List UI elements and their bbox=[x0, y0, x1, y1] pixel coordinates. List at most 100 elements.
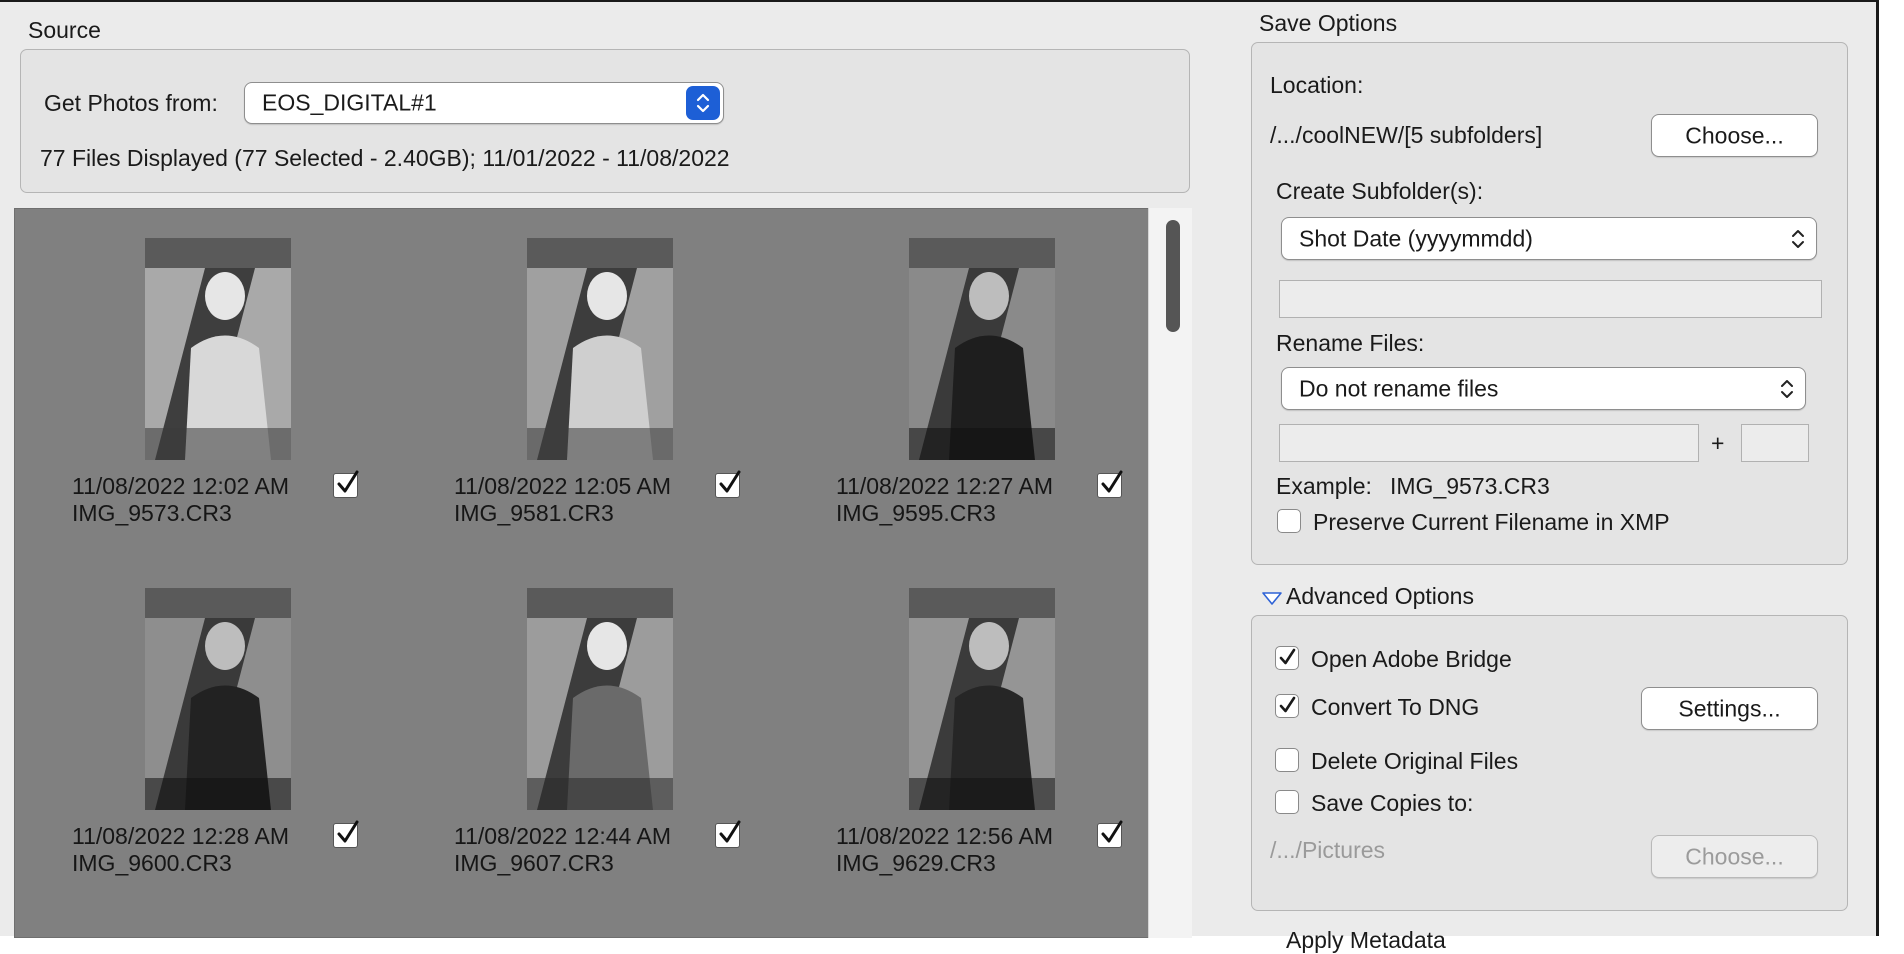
thumbnail-checkbox[interactable] bbox=[715, 820, 741, 848]
location-choose-label: Choose... bbox=[1685, 122, 1784, 148]
thumbnail-filename: IMG_9600.CR3 bbox=[72, 850, 232, 876]
photo-thumbnail[interactable] bbox=[909, 238, 1055, 460]
thumbnail-datetime: 11/08/2022 12:02 AM bbox=[72, 473, 289, 499]
scrollbar[interactable] bbox=[1148, 208, 1192, 938]
convert-dng-checkbox[interactable] bbox=[1275, 694, 1299, 718]
thumbnail-caption: 11/08/2022 12:44 AM IMG_9607.CR3 bbox=[454, 823, 671, 877]
photo-thumbnail[interactable] bbox=[909, 588, 1055, 810]
thumbnail-item[interactable]: 11/08/2022 12:05 AM IMG_9581.CR3 bbox=[411, 209, 741, 539]
thumbnail-datetime: 11/08/2022 12:56 AM bbox=[836, 823, 1053, 849]
save-copies-checkbox[interactable] bbox=[1275, 790, 1299, 814]
thumbnail-checkbox[interactable] bbox=[1097, 470, 1123, 498]
checkmark-icon bbox=[337, 820, 359, 843]
scrollbar-thumb[interactable] bbox=[1166, 220, 1180, 332]
checkmark-icon bbox=[719, 470, 741, 493]
checkmark-icon bbox=[1101, 820, 1123, 843]
thumbnail-item[interactable]: 11/08/2022 12:27 AM IMG_9595.CR3 bbox=[793, 209, 1123, 539]
photo-thumbnail[interactable] bbox=[527, 238, 673, 460]
open-bridge-checkbox[interactable] bbox=[1275, 646, 1299, 670]
rename-files-label: Rename Files: bbox=[1276, 330, 1425, 356]
thumbnail-checkbox[interactable] bbox=[715, 470, 741, 498]
save-options-panel: Location: /.../coolNEW/[5 subfolders] Ch… bbox=[1251, 42, 1848, 565]
photo-image bbox=[145, 238, 291, 460]
thumbnail-caption: 11/08/2022 12:56 AM IMG_9629.CR3 bbox=[836, 823, 1053, 877]
photo-image bbox=[145, 588, 291, 810]
rename-files-select[interactable]: Do not rename files bbox=[1281, 367, 1806, 410]
get-photos-value: EOS_DIGITAL#1 bbox=[262, 89, 437, 116]
preserve-filename-label: Preserve Current Filename in XMP bbox=[1313, 509, 1670, 535]
thumbnail-checkbox[interactable] bbox=[1097, 820, 1123, 848]
create-subfolders-select[interactable]: Shot Date (yyyymmdd) bbox=[1281, 217, 1817, 260]
photo-thumbnail[interactable] bbox=[145, 588, 291, 810]
thumbnail-filename: IMG_9607.CR3 bbox=[454, 850, 614, 876]
thumbnail-caption: 11/08/2022 12:05 AM IMG_9581.CR3 bbox=[454, 473, 671, 527]
convert-dng-label: Convert To DNG bbox=[1311, 694, 1480, 720]
window-edge bbox=[1876, 0, 1879, 936]
thumbnail-caption: 11/08/2022 12:27 AM IMG_9595.CR3 bbox=[836, 473, 1053, 527]
rename-number-field[interactable] bbox=[1741, 424, 1809, 462]
example-value: IMG_9573.CR3 bbox=[1390, 473, 1550, 499]
copies-choose-label: Choose... bbox=[1685, 843, 1784, 869]
location-path: /.../coolNEW/[5 subfolders] bbox=[1270, 122, 1543, 148]
chevron-updown-icon bbox=[1792, 229, 1804, 248]
save-copies-label: Save Copies to: bbox=[1311, 790, 1474, 816]
plus-label: + bbox=[1711, 430, 1725, 456]
copies-path: /.../Pictures bbox=[1270, 837, 1386, 863]
thumbnail-filename: IMG_9629.CR3 bbox=[836, 850, 996, 876]
checkmark-icon bbox=[1279, 696, 1296, 713]
chevron-updown-icon bbox=[686, 86, 720, 120]
thumbnail-caption: 11/08/2022 12:28 AM IMG_9600.CR3 bbox=[72, 823, 289, 877]
source-panel: Get Photos from: EOS_DIGITAL#1 77 Files … bbox=[20, 49, 1190, 193]
location-choose-button[interactable]: Choose... bbox=[1651, 114, 1818, 157]
thumbnail-filename: IMG_9573.CR3 bbox=[72, 500, 232, 526]
rename-text-field[interactable] bbox=[1279, 424, 1699, 462]
rename-files-value: Do not rename files bbox=[1299, 375, 1499, 401]
thumbnail-filename: IMG_9581.CR3 bbox=[454, 500, 614, 526]
thumbnail-datetime: 11/08/2022 12:44 AM bbox=[454, 823, 671, 849]
thumbnail-filename: IMG_9595.CR3 bbox=[836, 500, 996, 526]
dng-settings-label: Settings... bbox=[1678, 695, 1781, 721]
advanced-options-panel: Open Adobe Bridge Convert To DNG Setting… bbox=[1251, 615, 1848, 911]
preserve-filename-checkbox[interactable] bbox=[1277, 509, 1301, 533]
photo-thumbnail[interactable] bbox=[145, 238, 291, 460]
thumbnail-datetime: 11/08/2022 12:27 AM bbox=[836, 473, 1053, 499]
thumbnail-checkbox[interactable] bbox=[333, 470, 359, 498]
thumbnail-grid[interactable]: 11/08/2022 12:02 AM IMG_9573.CR3 11/08/202… bbox=[14, 208, 1164, 938]
photo-image bbox=[527, 238, 673, 460]
photo-image bbox=[909, 238, 1055, 460]
source-title: Source bbox=[28, 17, 101, 43]
save-options-title: Save Options bbox=[1259, 10, 1398, 36]
checkmark-icon bbox=[337, 470, 359, 493]
apply-metadata-title[interactable]: Apply Metadata bbox=[1286, 927, 1446, 954]
open-bridge-label: Open Adobe Bridge bbox=[1311, 646, 1512, 672]
copies-choose-button[interactable]: Choose... bbox=[1651, 835, 1818, 878]
example-label: Example: bbox=[1276, 473, 1372, 499]
disclosure-triangle-icon[interactable] bbox=[1262, 592, 1282, 606]
checkmark-icon bbox=[1101, 470, 1123, 493]
subfolder-custom-field[interactable] bbox=[1279, 280, 1822, 318]
create-subfolders-label: Create Subfolder(s): bbox=[1276, 178, 1484, 204]
thumbnail-item[interactable]: 11/08/2022 12:56 AM IMG_9629.CR3 bbox=[793, 559, 1123, 889]
thumbnail-item[interactable]: 11/08/2022 12:02 AM IMG_9573.CR3 bbox=[29, 209, 359, 539]
chevron-updown-icon bbox=[1781, 379, 1793, 398]
thumbnail-caption: 11/08/2022 12:02 AM IMG_9573.CR3 bbox=[72, 473, 289, 527]
create-subfolders-value: Shot Date (yyyymmdd) bbox=[1299, 225, 1533, 251]
get-photos-label: Get Photos from: bbox=[44, 90, 218, 116]
thumbnail-item[interactable]: 11/08/2022 12:44 AM IMG_9607.CR3 bbox=[411, 559, 741, 889]
delete-original-checkbox[interactable] bbox=[1275, 748, 1299, 772]
photo-thumbnail[interactable] bbox=[527, 588, 673, 810]
photo-image bbox=[909, 588, 1055, 810]
checkmark-icon bbox=[1279, 648, 1296, 665]
checkmark-icon bbox=[719, 820, 741, 843]
thumbnail-item[interactable]: 11/08/2022 12:28 AM IMG_9600.CR3 bbox=[29, 559, 359, 889]
dng-settings-button[interactable]: Settings... bbox=[1641, 687, 1818, 730]
delete-original-label: Delete Original Files bbox=[1311, 748, 1519, 774]
get-photos-select[interactable]: EOS_DIGITAL#1 bbox=[244, 82, 724, 124]
advanced-options-title[interactable]: Advanced Options bbox=[1286, 583, 1474, 610]
source-summary: 77 Files Displayed (77 Selected - 2.40GB… bbox=[40, 145, 730, 171]
thumbnail-datetime: 11/08/2022 12:28 AM bbox=[72, 823, 289, 849]
thumbnail-checkbox[interactable] bbox=[333, 820, 359, 848]
photo-image bbox=[527, 588, 673, 810]
thumbnail-datetime: 11/08/2022 12:05 AM bbox=[454, 473, 671, 499]
location-label: Location: bbox=[1270, 72, 1364, 98]
